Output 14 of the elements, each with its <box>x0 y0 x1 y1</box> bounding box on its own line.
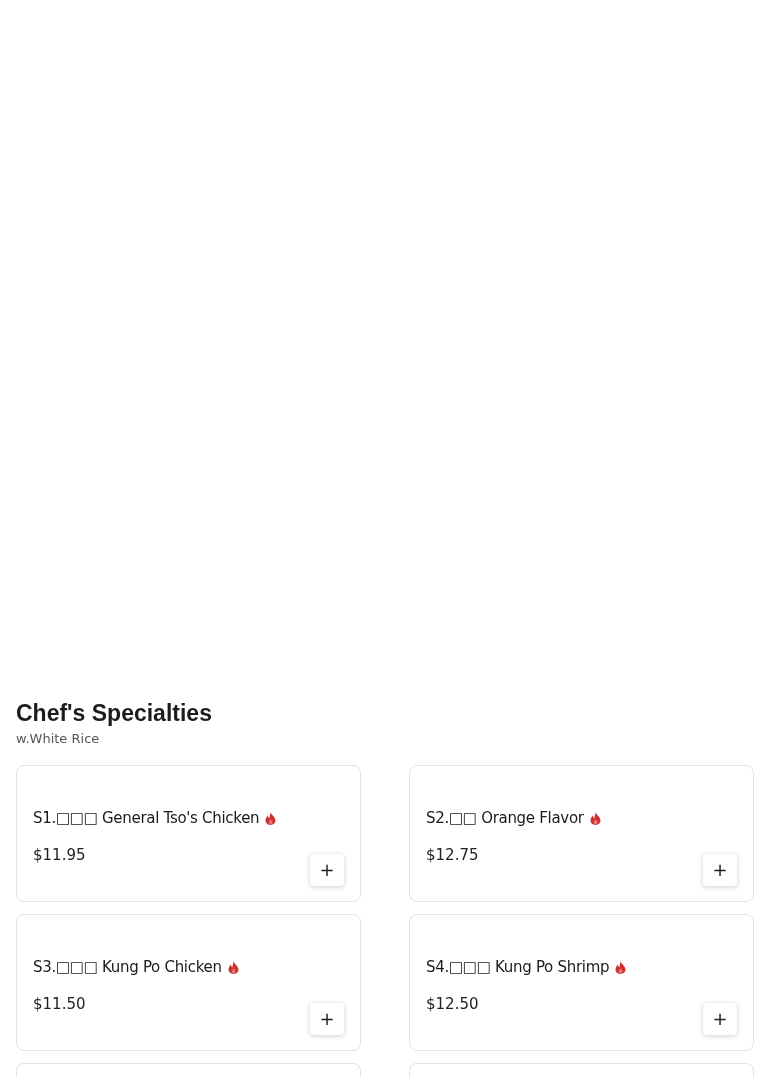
dish-name: S4.□□□ Kung Po Shrimp <box>426 956 610 978</box>
dish-price: $11.95 <box>33 844 87 866</box>
add-button[interactable]: + <box>310 853 344 886</box>
add-button[interactable]: + <box>310 1002 344 1035</box>
dish-name: S2.□□ Orange Flavor <box>426 807 584 829</box>
dish-name: S1.□□□ General Tso's Chicken <box>33 807 260 829</box>
section-subtitle: w.White Rice <box>16 730 101 749</box>
dish-price: $12.75 <box>426 844 480 866</box>
add-button[interactable]: + <box>703 1002 737 1035</box>
dish-price: $12.50 <box>426 993 480 1015</box>
add-button[interactable]: + <box>703 853 737 886</box>
section-title: Chef's Specialties <box>16 700 213 727</box>
dish-price: $11.50 <box>33 993 87 1015</box>
dish-name: S3.□□□ Kung Po Chicken <box>33 956 222 978</box>
